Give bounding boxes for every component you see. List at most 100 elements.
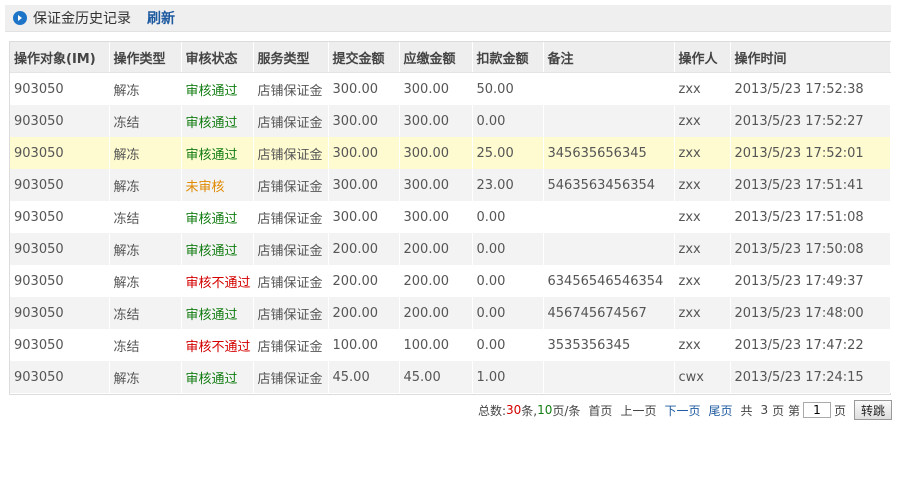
page-size: 10: [537, 403, 553, 417]
time-cell: 2013/5/23 17:50:08: [730, 233, 891, 265]
total-count: 30: [505, 403, 522, 417]
time-cell: 2013/5/23 17:51:08: [730, 201, 891, 233]
page-size-unit: 页/条: [552, 403, 581, 418]
deduct-amount-cell: 0.00: [472, 329, 544, 361]
operator-cell: zxx: [674, 201, 731, 233]
operator-cell: zxx: [674, 72, 731, 105]
due-amount-cell: 300.00: [399, 137, 473, 169]
next-page-link[interactable]: 下一页: [664, 402, 700, 419]
deduct-amount-cell: 0.00: [472, 233, 544, 265]
status-cell: 未审核: [181, 169, 254, 201]
due-amount-cell: 45.00: [399, 361, 473, 393]
column-header: 备注: [543, 42, 675, 73]
table-row: 903050 冻结 审核通过 店铺保证金 300.00 300.00 0.00 zxx 2013…: [10, 105, 891, 137]
column-header: 操作人: [674, 42, 731, 73]
service-type-cell: 店铺保证金: [253, 361, 329, 393]
target-cell: 903050: [10, 297, 110, 329]
first-page-link: 首页: [588, 403, 613, 418]
due-amount-cell: 200.00: [399, 233, 473, 265]
service-type-cell: 店铺保证金: [253, 105, 329, 137]
page-number-input[interactable]: [802, 402, 831, 418]
prev-page-link: 上一页: [620, 403, 657, 418]
time-cell: 2013/5/23 17:52:38: [730, 72, 891, 105]
target-cell: 903050: [10, 329, 110, 361]
submit-amount-cell: 300.00: [328, 105, 400, 137]
status-cell: 审核通过: [181, 72, 254, 105]
time-cell: 2013/5/23 17:48:00: [730, 297, 891, 329]
table-header-row: 操作对象(IM) 操作类型 审核状态 服务类型 提交金额 应缴金额 扣款金额 备注 操作人 操作时…: [10, 42, 891, 73]
arrow-circle-icon: [13, 11, 27, 25]
table-row: 903050 解冻 未审核 店铺保证金 300.00 300.00 23.00 5463563…: [10, 169, 891, 201]
column-header: 提交金额: [328, 42, 400, 73]
operator-cell: zxx: [674, 137, 731, 169]
note-cell: 63456546546354: [543, 265, 675, 297]
page-header: 保证金历史记录 刷新: [5, 5, 891, 32]
note-cell: 5463563456354: [543, 169, 675, 201]
note-cell: 345635656345: [543, 137, 675, 169]
due-amount-cell: 200.00: [399, 265, 473, 297]
status-cell: 审核通过: [181, 233, 254, 265]
target-cell: 903050: [10, 265, 110, 297]
table-row: 903050 解冻 审核不通过 店铺保证金 200.00 200.00 0.00 634565…: [10, 265, 891, 297]
submit-amount-cell: 100.00: [328, 329, 400, 361]
go-to-page-button[interactable]: 转跳: [853, 400, 892, 420]
target-cell: 903050: [10, 201, 110, 233]
time-cell: 2013/5/23 17:24:15: [730, 361, 891, 393]
table-row: 903050 冻结 审核通过 店铺保证金 300.00 300.00 0.00 zxx 2013…: [10, 201, 891, 233]
operation-type-cell: 解冻: [109, 265, 182, 297]
submit-amount-cell: 300.00: [328, 201, 400, 233]
last-page-link[interactable]: 尾页: [708, 402, 732, 419]
page-suffix: 页: [833, 403, 846, 418]
status-cell: 审核通过: [181, 297, 254, 329]
time-cell: 2013/5/23 17:47:22: [730, 329, 891, 361]
operator-cell: zxx: [674, 329, 731, 361]
service-type-cell: 店铺保证金: [253, 329, 329, 361]
status-cell: 审核不通过: [181, 265, 254, 297]
due-amount-cell: 300.00: [399, 201, 473, 233]
service-type-cell: 店铺保证金: [253, 233, 329, 265]
table-row: 903050 解冻 审核通过 店铺保证金 200.00 200.00 0.00 zxx 2013…: [10, 233, 891, 265]
submit-amount-cell: 300.00: [328, 72, 400, 105]
submit-amount-cell: 200.00: [328, 233, 400, 265]
submit-amount-cell: 300.00: [328, 137, 400, 169]
column-header: 扣款金额: [472, 42, 544, 73]
total-unit: 条,: [521, 403, 538, 418]
total-pages-suffix: 页 第: [772, 403, 800, 418]
table-row: 903050 解冻 审核通过 店铺保证金 300.00 300.00 25.00 345635…: [10, 137, 891, 169]
refresh-link[interactable]: 刷新: [147, 8, 175, 28]
service-type-cell: 店铺保证金: [253, 201, 329, 233]
time-cell: 2013/5/23 17:52:27: [730, 105, 891, 137]
due-amount-cell: 300.00: [399, 105, 473, 137]
deduct-amount-cell: 50.00: [472, 72, 544, 105]
service-type-cell: 店铺保证金: [253, 72, 329, 105]
operation-type-cell: 解冻: [109, 72, 182, 105]
table-row: 903050 解冻 审核通过 店铺保证金 300.00 300.00 50.00 zxx 201…: [10, 72, 891, 105]
submit-amount-cell: 300.00: [328, 169, 400, 201]
service-type-cell: 店铺保证金: [253, 265, 329, 297]
status-cell: 审核通过: [181, 137, 254, 169]
operation-type-cell: 冻结: [109, 105, 182, 137]
operation-type-cell: 冻结: [109, 201, 182, 233]
target-cell: 903050: [10, 169, 110, 201]
deduct-amount-cell: 0.00: [472, 105, 544, 137]
column-header: 应缴金额: [399, 42, 473, 73]
deduct-amount-cell: 0.00: [472, 297, 544, 329]
submit-amount-cell: 200.00: [328, 297, 400, 329]
column-header: 操作对象(IM): [10, 42, 110, 73]
time-cell: 2013/5/23 17:52:01: [730, 137, 891, 169]
column-header: 操作类型: [109, 42, 182, 73]
operator-cell: zxx: [674, 105, 731, 137]
service-type-cell: 店铺保证金: [253, 137, 329, 169]
column-header: 审核状态: [181, 42, 254, 73]
operation-type-cell: 冻结: [109, 329, 182, 361]
operation-type-cell: 解冻: [109, 169, 182, 201]
pagination: 总数: 30 条, 10 页/条 首页 上一页 下一页 尾页 共 3 页 第 页…: [478, 400, 892, 420]
table-row: 903050 冻结 审核通过 店铺保证金 200.00 200.00 0.00 4567456…: [10, 297, 891, 329]
total-pages: 3: [760, 403, 769, 417]
operation-type-cell: 解冻: [109, 137, 182, 169]
due-amount-cell: 100.00: [399, 329, 473, 361]
status-cell: 审核不通过: [181, 329, 254, 361]
operator-cell: zxx: [674, 169, 731, 201]
column-header: 操作时间: [730, 42, 891, 73]
time-cell: 2013/5/23 17:49:37: [730, 265, 891, 297]
